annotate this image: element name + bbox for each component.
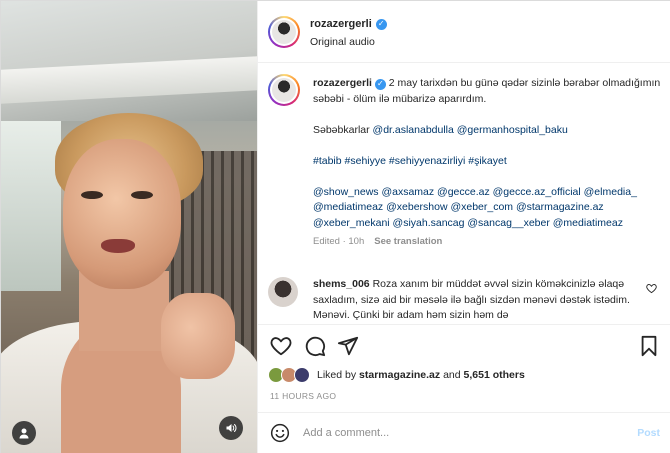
post-timestamp[interactable]: 11 HOURS AGO: [270, 391, 336, 401]
verified-icon: ✓: [374, 78, 386, 90]
video-person-mouth: [101, 239, 135, 253]
heart-icon[interactable]: [270, 335, 292, 357]
likes-prefix: Liked by: [317, 369, 357, 381]
likes-count-link[interactable]: 5,651 others: [464, 369, 525, 381]
post-details-panel: rozazergerli ✓ Original audio rozazerger…: [257, 1, 670, 453]
share-icon[interactable]: [337, 335, 359, 357]
video-background-window-left: [1, 121, 61, 291]
comment-body: shems_006 Roza xanım bir müddət əvvəl si…: [313, 277, 639, 324]
caption-author-avatar[interactable]: [268, 74, 300, 106]
caption-edited-time: Edited · 10h: [313, 235, 365, 247]
comment-input[interactable]: [303, 422, 623, 444]
see-translation-link[interactable]: See translation: [374, 234, 442, 250]
instagram-post-modal: rozazergerli ✓ Original audio rozazerger…: [0, 0, 670, 453]
speaker-icon: [226, 424, 237, 432]
likes-summary: Liked by starmagazine.az and 5,651 other…: [268, 367, 525, 383]
caption-mentions-culprits[interactable]: @dr.aslanabdulla @germanhospital_baku: [373, 124, 568, 136]
tagged-user-button[interactable]: [12, 421, 36, 445]
video-person-fist: [161, 293, 235, 379]
caption-body: rozazergerli ✓ 2 may tarixdən bu günə qə…: [313, 76, 663, 249]
video-person-face: [63, 139, 181, 289]
caption-mentions-block[interactable]: @show_news @axsamaz @gecce.az @gecce.az_…: [313, 186, 637, 229]
video-player[interactable]: [1, 1, 257, 453]
caption-hashtags[interactable]: #tabib #sehiyye #sehiyyenazirliyi #şikay…: [313, 155, 507, 167]
post-comment-button[interactable]: Post: [637, 427, 660, 439]
likes-and: and: [443, 369, 461, 381]
author-avatar[interactable]: [268, 16, 300, 48]
audio-toggle-button[interactable]: [219, 416, 243, 440]
comment-icon[interactable]: [304, 335, 326, 357]
emoji-icon[interactable]: [270, 423, 290, 443]
comments-scroll-area[interactable]: rozazergerli ✓ 2 may tarixdən bu günə qə…: [258, 63, 670, 325]
caption-meta: Edited · 10h See translation: [313, 234, 663, 250]
post-header: rozazergerli ✓ Original audio: [258, 1, 670, 63]
verified-icon: ✓: [375, 18, 387, 30]
add-comment-bar: Post: [258, 412, 670, 453]
liker-avatar[interactable]: [294, 367, 310, 383]
post-actions-bar: [258, 327, 670, 363]
bookmark-icon[interactable]: [639, 335, 659, 357]
user-icon: [19, 428, 29, 439]
commenter-avatar[interactable]: [268, 277, 298, 307]
author-username-row: rozazergerli ✓: [310, 18, 387, 30]
likes-user-link[interactable]: starmagazine.az: [359, 369, 440, 381]
commenter-username[interactable]: shems_006: [313, 278, 370, 290]
video-person-eye-left: [81, 191, 103, 199]
comment-like-heart-icon[interactable]: [646, 283, 657, 294]
author-username[interactable]: rozazergerli: [310, 18, 372, 30]
video-person-eye-right: [131, 191, 153, 199]
caption-text-culprits: Səbəbkarlar: [313, 123, 370, 136]
caption-username[interactable]: rozazergerli: [313, 77, 372, 89]
audio-label[interactable]: Original audio: [310, 36, 375, 48]
